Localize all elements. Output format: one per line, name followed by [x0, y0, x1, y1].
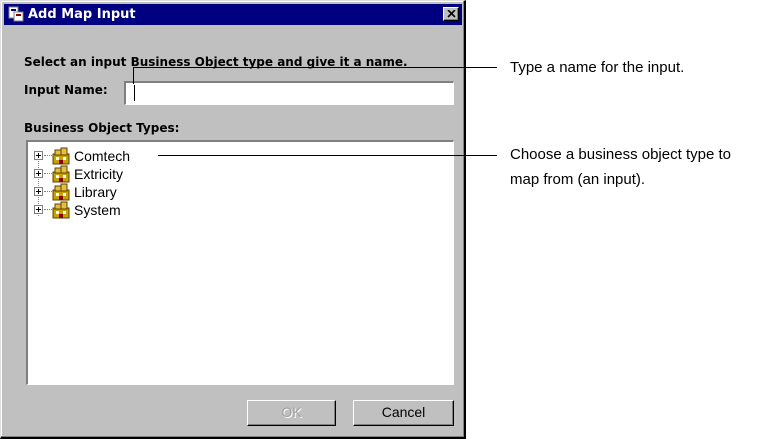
- tree-item-system[interactable]: System: [28, 200, 328, 220]
- tree-item-comtech[interactable]: Comtech: [28, 146, 328, 166]
- dialog-title: Add Map Input: [28, 7, 136, 22]
- tree-item-label: Comtech: [74, 148, 131, 164]
- tree-connector: [44, 209, 52, 210]
- callout-business-object-type: Choose a business object type to map fro…: [510, 142, 731, 192]
- expand-icon[interactable]: [34, 205, 43, 214]
- tree-item-label: System: [74, 202, 121, 218]
- callout-line-2: map from (an input).: [510, 171, 646, 188]
- ok-button[interactable]: OK: [247, 400, 336, 426]
- close-icon: [447, 10, 456, 18]
- tree-connector: [44, 155, 52, 156]
- business-object-folder-icon: [52, 165, 70, 183]
- business-object-types-tree[interactable]: Comtech Extricity Library System: [26, 140, 454, 385]
- title-bar[interactable]: Add Map Input: [4, 4, 462, 25]
- callout-connector: [133, 67, 134, 84]
- tree-item-label: Library: [74, 184, 117, 200]
- callout-connector: [133, 67, 497, 68]
- tree-connector: [44, 191, 52, 192]
- tree-connector: [44, 173, 52, 174]
- business-object-types-label: Business Object Types:: [24, 121, 180, 135]
- close-button[interactable]: [443, 7, 459, 21]
- input-name-field[interactable]: [124, 81, 454, 105]
- tree-item-label: Extricity: [74, 166, 123, 182]
- expand-icon[interactable]: [34, 187, 43, 196]
- business-object-folder-icon: [52, 147, 70, 165]
- callout-connector: [158, 155, 497, 156]
- callout-input-name: Type a name for the input.: [510, 59, 685, 76]
- business-object-folder-icon: [52, 201, 70, 219]
- callout-line-1: Choose a business object type to: [510, 146, 731, 163]
- tree-item-extricity[interactable]: Extricity: [28, 164, 328, 184]
- add-map-input-dialog: Add Map Input Select an input Business O…: [0, 0, 466, 439]
- input-name-label: Input Name:: [24, 83, 108, 97]
- text-caret: [134, 85, 135, 101]
- business-object-folder-icon: [52, 183, 70, 201]
- tree-item-library[interactable]: Library: [28, 182, 328, 202]
- expand-icon[interactable]: [34, 169, 43, 178]
- cancel-button[interactable]: Cancel: [353, 400, 454, 426]
- expand-icon[interactable]: [34, 151, 43, 160]
- map-input-icon: [8, 6, 24, 22]
